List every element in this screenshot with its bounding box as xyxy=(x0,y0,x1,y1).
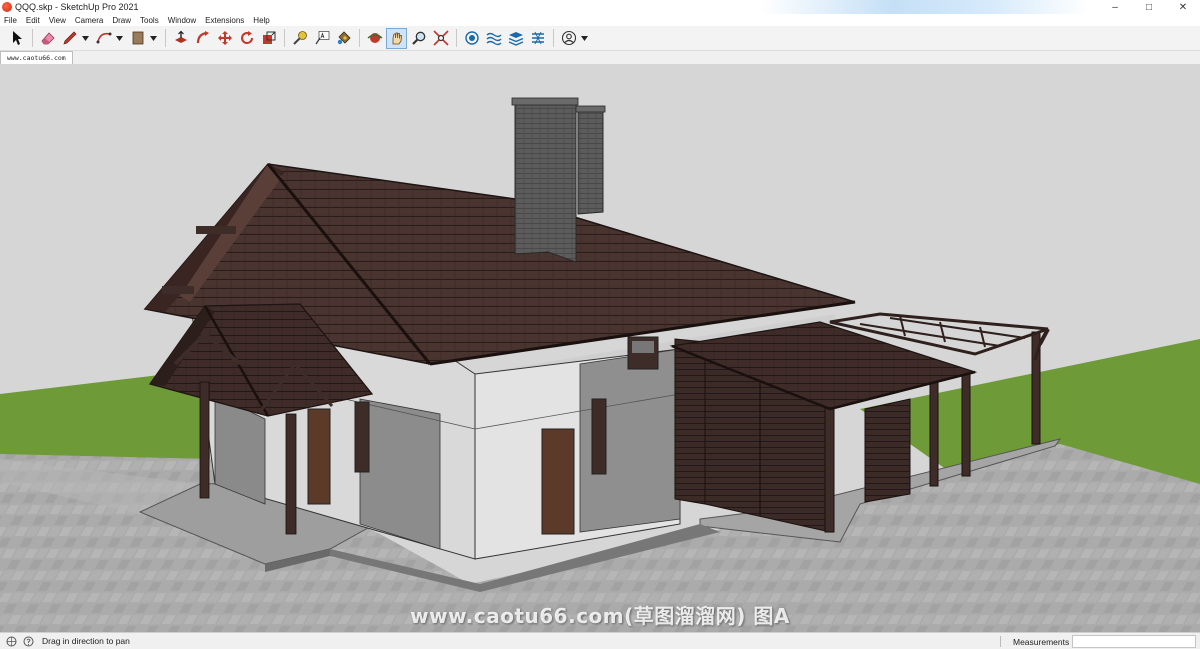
arc-tool-dropdown[interactable] xyxy=(115,28,124,49)
sandbox-icon xyxy=(486,32,501,46)
push-pull-tool-button[interactable] xyxy=(170,28,191,49)
move-tool-icon xyxy=(217,31,232,45)
maximize-button[interactable]: □ xyxy=(1132,0,1166,14)
scene-tab-bar: www.caotu66.com xyxy=(0,51,1200,64)
layers-icon xyxy=(508,32,523,46)
eraser-tool-icon xyxy=(40,32,55,45)
title-bar: QQQ.skp - SketchUp Pro 2021 – □ ✕ xyxy=(0,0,1200,14)
paint-bucket-tool-button[interactable] xyxy=(333,28,354,49)
status-info-button[interactable] xyxy=(5,635,17,647)
push-pull-tool-icon xyxy=(174,30,187,43)
select-tool-button[interactable] xyxy=(6,28,27,49)
measurements-input[interactable] xyxy=(1072,635,1196,648)
scene-tab[interactable]: www.caotu66.com xyxy=(0,51,73,64)
menu-window[interactable]: Window xyxy=(168,16,196,25)
minimize-button[interactable]: – xyxy=(1098,0,1132,14)
zoom-tool-icon xyxy=(411,31,425,45)
menu-draw[interactable]: Draw xyxy=(112,16,131,25)
account-icon xyxy=(561,30,576,46)
shapes-tool-button[interactable] xyxy=(127,28,148,49)
window-controls: – □ ✕ xyxy=(1098,0,1200,14)
status-divider xyxy=(1000,636,1001,647)
menu-extensions[interactable]: Extensions xyxy=(205,16,244,25)
line-tool-button[interactable] xyxy=(59,28,80,49)
sketchup-app-icon xyxy=(2,2,12,12)
measurements-label: Measurements xyxy=(1013,637,1070,647)
layers-button[interactable] xyxy=(505,28,526,49)
menu-help[interactable]: Help xyxy=(253,16,269,25)
zoom-extents-tool-button[interactable] xyxy=(430,28,451,49)
menu-view[interactable]: View xyxy=(49,16,66,25)
zoom-extents-tool-icon xyxy=(432,30,449,46)
menu-bar: File Edit View Camera Draw Tools Window … xyxy=(0,14,1200,26)
status-hint: Drag in direction to pan xyxy=(42,636,130,646)
toolbar-separator xyxy=(165,29,166,47)
select-tool-icon xyxy=(12,31,22,45)
account-dropdown[interactable] xyxy=(580,28,589,49)
house-model-render xyxy=(0,64,1200,632)
help-icon xyxy=(23,636,33,646)
move-tool-button[interactable] xyxy=(214,28,235,49)
zoom-tool-button[interactable] xyxy=(408,28,429,49)
pan-tool-button[interactable] xyxy=(386,27,407,49)
extension-icon xyxy=(531,31,544,45)
warehouse-button[interactable] xyxy=(461,28,482,49)
tape-measure-tool-button[interactable] xyxy=(289,28,310,49)
menu-tools[interactable]: Tools xyxy=(140,16,159,25)
geolocation-icon xyxy=(6,636,16,646)
shapes-tool-dropdown[interactable] xyxy=(149,28,158,49)
eraser-tool-button[interactable] xyxy=(37,28,58,49)
text-tool-button[interactable] xyxy=(311,28,332,49)
rotate-tool-icon xyxy=(240,31,253,45)
menu-edit[interactable]: Edit xyxy=(26,16,40,25)
status-bar: Drag in direction to pan Measurements xyxy=(0,632,1200,649)
toolbar-separator xyxy=(359,29,360,47)
shapes-tool-icon xyxy=(132,31,143,45)
line-tool-icon xyxy=(62,31,76,45)
follow-me-tool-button[interactable] xyxy=(192,28,213,49)
chevron-down-icon xyxy=(150,35,157,41)
window-title: QQQ.skp - SketchUp Pro 2021 xyxy=(15,2,139,12)
arc-tool-button[interactable] xyxy=(93,28,114,49)
orbit-tool-button[interactable] xyxy=(364,28,385,49)
sandbox-button[interactable] xyxy=(483,28,504,49)
toolbar-separator xyxy=(553,29,554,47)
chevron-down-icon xyxy=(581,35,588,41)
toolbar-separator xyxy=(32,29,33,47)
tape-measure-tool-icon xyxy=(292,31,307,45)
title-bar-decoration xyxy=(760,0,1090,14)
rotate-tool-button[interactable] xyxy=(236,28,257,49)
menu-file[interactable]: File xyxy=(4,16,17,25)
status-help-button[interactable] xyxy=(22,635,34,647)
close-button[interactable]: ✕ xyxy=(1166,0,1200,14)
warehouse-icon xyxy=(464,31,479,45)
menu-camera[interactable]: Camera xyxy=(75,16,103,25)
watermark-text: www.caotu66.com(草图溜溜网) 图A xyxy=(410,604,790,628)
toolbar-separator xyxy=(284,29,285,47)
paint-bucket-tool-icon xyxy=(337,31,351,45)
chevron-down-icon xyxy=(82,35,89,41)
text-tool-icon xyxy=(315,31,329,45)
scale-tool-button[interactable] xyxy=(258,28,279,49)
chevron-down-icon xyxy=(116,35,123,41)
account-button[interactable] xyxy=(558,28,579,49)
follow-me-tool-icon xyxy=(196,31,209,44)
extension-button[interactable] xyxy=(527,28,548,49)
arc-tool-icon xyxy=(96,32,111,44)
model-viewport[interactable]: www.caotu66.com(草图溜溜网) 图A xyxy=(0,64,1200,632)
orbit-tool-icon xyxy=(367,33,382,43)
scale-tool-icon xyxy=(262,31,275,44)
toolbar-separator xyxy=(456,29,457,47)
pan-tool-icon xyxy=(392,32,402,45)
main-toolbar xyxy=(0,26,1200,51)
line-tool-dropdown[interactable] xyxy=(81,28,90,49)
